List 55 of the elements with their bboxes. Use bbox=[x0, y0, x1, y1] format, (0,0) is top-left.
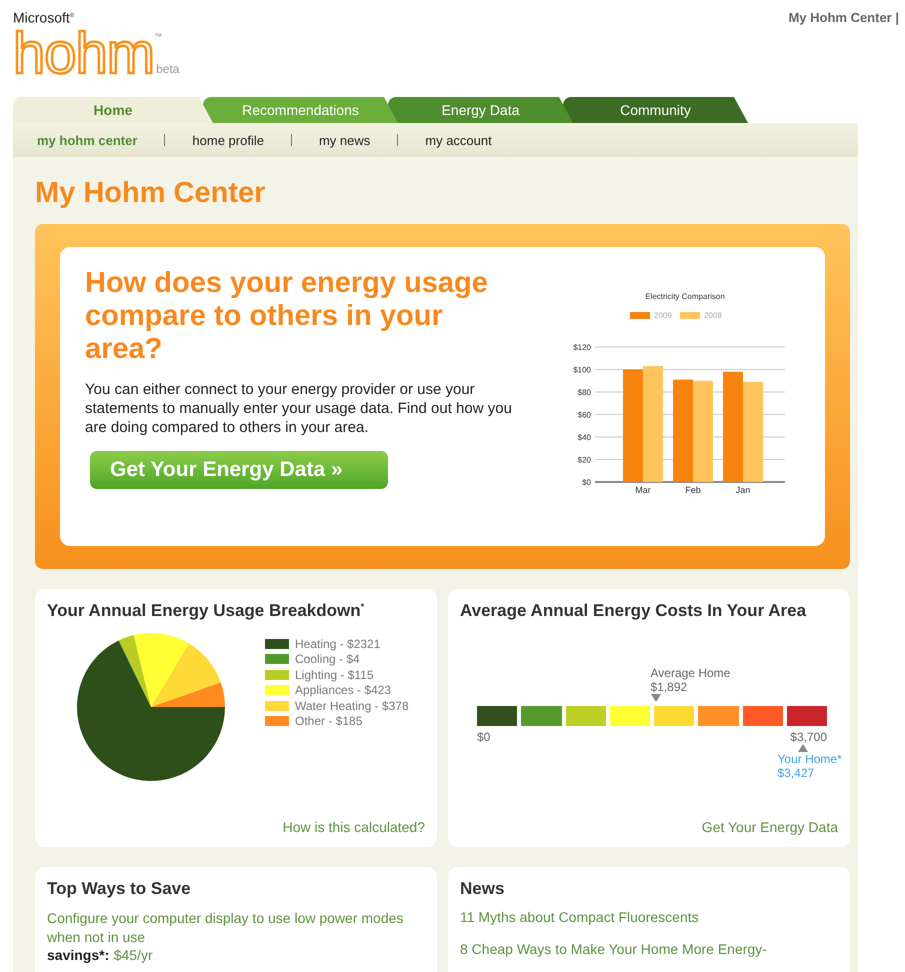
energy-data-link[interactable]: Get Your Energy Data bbox=[702, 819, 838, 835]
tick-label: $0 bbox=[582, 478, 591, 487]
logo: hohm bbox=[13, 26, 154, 82]
tick-label: $40 bbox=[578, 433, 591, 442]
subnav-link[interactable]: my account bbox=[425, 132, 492, 148]
nav-tab[interactable]: Recommendations bbox=[203, 97, 398, 123]
chart-title: Electricity Comparison bbox=[645, 292, 725, 301]
marker-value: $3,427 bbox=[778, 766, 816, 780]
top-link[interactable]: My Hohm Center | bbox=[788, 10, 899, 26]
promo-headline: How does your energy usage compare to others in your area? bbox=[85, 267, 489, 366]
legend-item: Heating - $2321 bbox=[265, 636, 409, 652]
card-title: Your Annual Energy Usage Breakdown$^{*}$ bbox=[47, 601, 366, 621]
legend-item: Other - $185 bbox=[265, 714, 409, 729]
subnav-link[interactable]: my hohm center bbox=[37, 132, 138, 148]
savings-value: $45/yr bbox=[114, 947, 153, 963]
legend-item: 2009 bbox=[630, 311, 672, 320]
subnav-link[interactable]: home profile bbox=[192, 132, 264, 148]
page-title: My Hohm Center bbox=[35, 177, 266, 210]
savings-label: savings*: bbox=[47, 947, 110, 963]
scale-max-label: $3,700 bbox=[790, 730, 827, 744]
tick-label: $80 bbox=[578, 388, 591, 397]
card-title: News bbox=[460, 879, 506, 899]
tick-label: $120 bbox=[573, 343, 591, 352]
category-label: Mar bbox=[635, 485, 651, 495]
nav-tab[interactable]: Energy Data bbox=[388, 97, 573, 123]
marker-value: $1,892 bbox=[650, 680, 688, 694]
get-data-button[interactable]: Get Your Energy Data » bbox=[90, 451, 388, 489]
marker-label: Average Home bbox=[650, 666, 732, 680]
subnav-link[interactable]: my news bbox=[318, 132, 370, 148]
nav-tab[interactable]: Community bbox=[563, 97, 748, 123]
news-link[interactable]: 11 Myths about Compact Fluorescents bbox=[460, 909, 838, 925]
card-title: Average Annual Energy Costs In Your Area bbox=[460, 601, 808, 621]
legend-item: Lighting - $115 bbox=[265, 667, 409, 682]
card-title: Top Ways to Save bbox=[47, 879, 192, 899]
calculation-link[interactable]: How is this calculated? bbox=[282, 819, 425, 835]
logo-tag: beta bbox=[156, 62, 180, 76]
legend-item: Appliances - $423 bbox=[265, 682, 409, 698]
brand-name: Microsoft$^{®}$ bbox=[13, 8, 76, 26]
trademark: ™ bbox=[154, 32, 162, 41]
legend-label: 2008 bbox=[704, 311, 722, 320]
legend-label: 2009 bbox=[654, 311, 672, 320]
promo-text: You can either connect to your energy provider or use your statements to manually enter your usage data. Find out how you are doing compared to others in your area. bbox=[85, 380, 513, 437]
legend-item: 2008 bbox=[680, 311, 722, 320]
tick-label: $100 bbox=[573, 366, 591, 374]
scale-min-label: $0 bbox=[477, 730, 490, 744]
marker-label: Your Home* bbox=[778, 752, 843, 766]
tick-label: $20 bbox=[578, 456, 591, 464]
category-label: Feb bbox=[685, 485, 701, 495]
legend-item: Cooling - $4 bbox=[265, 652, 409, 667]
legend-item: Water Heating - $378 bbox=[265, 698, 409, 714]
category-label: Jan bbox=[736, 485, 750, 495]
nav-tab[interactable]: Home bbox=[13, 97, 213, 123]
tick-label: $60 bbox=[578, 410, 591, 420]
tip-link[interactable]: Configure your computer display to use low power modes when not in use bbox=[47, 909, 425, 947]
news-link[interactable]: 8 Cheap Ways to Make Your Home More Energy- bbox=[460, 941, 838, 957]
